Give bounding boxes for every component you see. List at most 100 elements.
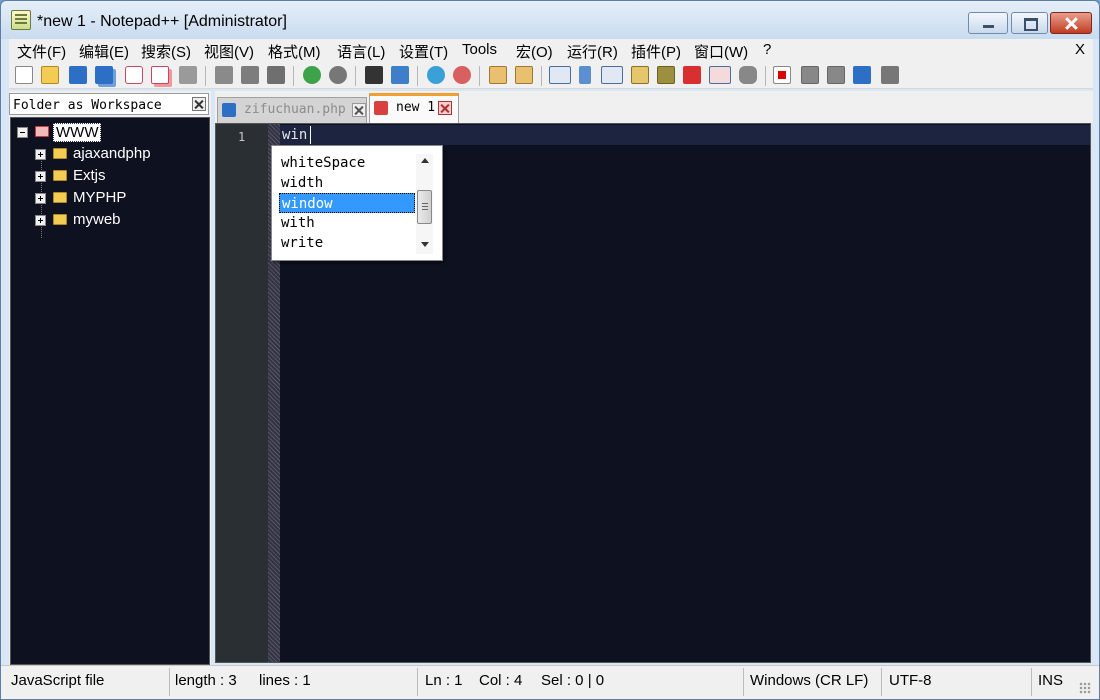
- status-bar: JavaScript file length : 3 lines : 1 Ln …: [1, 665, 1099, 699]
- tree-node-child[interactable]: Extjs: [35, 166, 205, 186]
- zoom-out-icon[interactable]: [453, 66, 471, 84]
- maximize-button[interactable]: [1011, 12, 1048, 34]
- autocomplete-item[interactable]: width: [279, 173, 415, 193]
- panel-close-icon[interactable]: [192, 97, 206, 111]
- scroll-up-arrow-icon[interactable]: [421, 158, 429, 163]
- print-icon[interactable]: [179, 66, 197, 84]
- sync-vertical-icon[interactable]: [489, 66, 507, 84]
- stop-macro-icon[interactable]: [801, 66, 819, 84]
- notepad-window: *new 1 - Notepad++ [Administrator] 文件(F)…: [0, 0, 1100, 700]
- scroll-down-arrow-icon[interactable]: [421, 242, 429, 247]
- status-divider: [743, 668, 744, 696]
- tab-close-icon[interactable]: [352, 103, 366, 117]
- autocomplete-item[interactable]: whiteSpace: [279, 153, 415, 173]
- folder-workspace-icon[interactable]: [709, 66, 731, 84]
- menu-language[interactable]: 语言(L): [337, 41, 385, 62]
- autocomplete-item-selected[interactable]: window: [279, 193, 415, 213]
- expand-icon[interactable]: [35, 193, 46, 204]
- code-line[interactable]: win: [282, 127, 307, 143]
- menu-view[interactable]: 视图(V): [204, 41, 254, 62]
- collapse-icon[interactable]: [17, 127, 28, 138]
- current-line-highlight: [280, 125, 1090, 145]
- expand-icon[interactable]: [35, 149, 46, 160]
- paste-icon[interactable]: [267, 66, 285, 84]
- record-macro-icon[interactable]: [773, 66, 791, 84]
- close-window-button[interactable]: [1050, 12, 1092, 34]
- tree-node-child[interactable]: MYPHP: [35, 188, 205, 208]
- expand-icon[interactable]: [35, 171, 46, 182]
- expand-icon[interactable]: [35, 215, 46, 226]
- tree-node-root[interactable]: WWW: [17, 122, 207, 142]
- close-icon[interactable]: [125, 66, 143, 84]
- tree-node-child[interactable]: myweb: [35, 210, 205, 230]
- menu-file[interactable]: 文件(F): [17, 41, 66, 62]
- save-macro-icon[interactable]: [881, 66, 899, 84]
- panel-header: Folder as Workspace: [9, 93, 209, 115]
- play-macro-icon[interactable]: [827, 66, 845, 84]
- monitoring-icon[interactable]: [739, 66, 757, 84]
- autocomplete-item[interactable]: write: [279, 233, 415, 253]
- function-list-icon[interactable]: [683, 66, 701, 84]
- scroll-thumb[interactable]: [417, 190, 432, 224]
- doc-map-icon[interactable]: [657, 66, 675, 84]
- notepad-app-icon[interactable]: [11, 10, 31, 30]
- save-all-icon[interactable]: [95, 66, 113, 84]
- tab-new-1[interactable]: new 1: [369, 93, 459, 123]
- user-lang-icon[interactable]: [631, 66, 649, 84]
- resize-grip-icon[interactable]: [1079, 682, 1091, 694]
- tree-node-child[interactable]: ajaxandphp: [35, 144, 205, 164]
- minimize-button[interactable]: [968, 12, 1008, 34]
- status-insert-mode[interactable]: INS: [1038, 672, 1063, 689]
- menu-bar: 文件(F) 编辑(E) 搜索(S) 视图(V) 格式(M) 语言(L) 设置(T…: [9, 39, 1093, 61]
- folder-icon: [53, 192, 67, 203]
- save-icon[interactable]: [69, 66, 87, 84]
- window-title: *new 1 - Notepad++ [Administrator]: [37, 13, 287, 30]
- new-file-icon[interactable]: [15, 66, 33, 84]
- indent-guide-icon[interactable]: [601, 66, 623, 84]
- tab-zifuchuan[interactable]: zifuchuan.php: [217, 97, 367, 123]
- line-number: 1: [238, 130, 246, 144]
- menu-search[interactable]: 搜索(S): [141, 41, 191, 62]
- status-length: length : 3: [175, 672, 237, 689]
- menu-edit[interactable]: 编辑(E): [79, 41, 129, 62]
- line-number-gutter: 1: [216, 124, 268, 662]
- show-all-chars-icon[interactable]: [579, 66, 591, 84]
- menu-window[interactable]: 窗口(W): [694, 41, 748, 62]
- tab-close-icon[interactable]: [438, 101, 452, 115]
- text-caret: [310, 126, 311, 144]
- copy-icon[interactable]: [241, 66, 259, 84]
- menu-format[interactable]: 格式(M): [268, 41, 321, 62]
- toolbar-separator: [541, 66, 542, 86]
- menu-help[interactable]: ?: [763, 41, 771, 58]
- folder-tree[interactable]: WWW ajaxandphp Extjs MYPHP myweb: [10, 117, 210, 665]
- replace-icon[interactable]: [391, 66, 409, 84]
- zoom-in-icon[interactable]: [427, 66, 445, 84]
- find-icon[interactable]: [365, 66, 383, 84]
- cut-icon[interactable]: [215, 66, 233, 84]
- status-file-type: JavaScript file: [11, 672, 105, 689]
- status-divider: [417, 668, 418, 696]
- close-document-x[interactable]: X: [1075, 41, 1085, 58]
- status-encoding[interactable]: UTF-8: [889, 672, 932, 689]
- title-bar[interactable]: *new 1 - Notepad++ [Administrator]: [1, 1, 1099, 39]
- toolbar-separator: [205, 66, 206, 86]
- folder-open-icon: [35, 126, 49, 137]
- menu-plugins[interactable]: 插件(P): [631, 41, 681, 62]
- tree-label: WWW: [53, 123, 102, 142]
- word-wrap-icon[interactable]: [549, 66, 571, 84]
- open-file-icon[interactable]: [41, 66, 59, 84]
- run-macro-multiple-icon[interactable]: [853, 66, 871, 84]
- sync-horizontal-icon[interactable]: [515, 66, 533, 84]
- autocomplete-item[interactable]: with: [279, 213, 415, 233]
- autocomplete-popup: whiteSpace width window with write: [271, 145, 443, 261]
- status-eol[interactable]: Windows (CR LF): [750, 672, 868, 689]
- menu-tools[interactable]: Tools: [462, 41, 497, 58]
- menu-run[interactable]: 运行(R): [567, 41, 618, 62]
- menu-macro[interactable]: 宏(O): [516, 41, 553, 62]
- redo-icon[interactable]: [329, 66, 347, 84]
- undo-icon[interactable]: [303, 66, 321, 84]
- autocomplete-scrollbar[interactable]: [416, 154, 433, 254]
- close-all-icon[interactable]: [151, 66, 169, 84]
- menu-settings[interactable]: 设置(T): [399, 41, 448, 62]
- saved-file-icon: [222, 103, 236, 117]
